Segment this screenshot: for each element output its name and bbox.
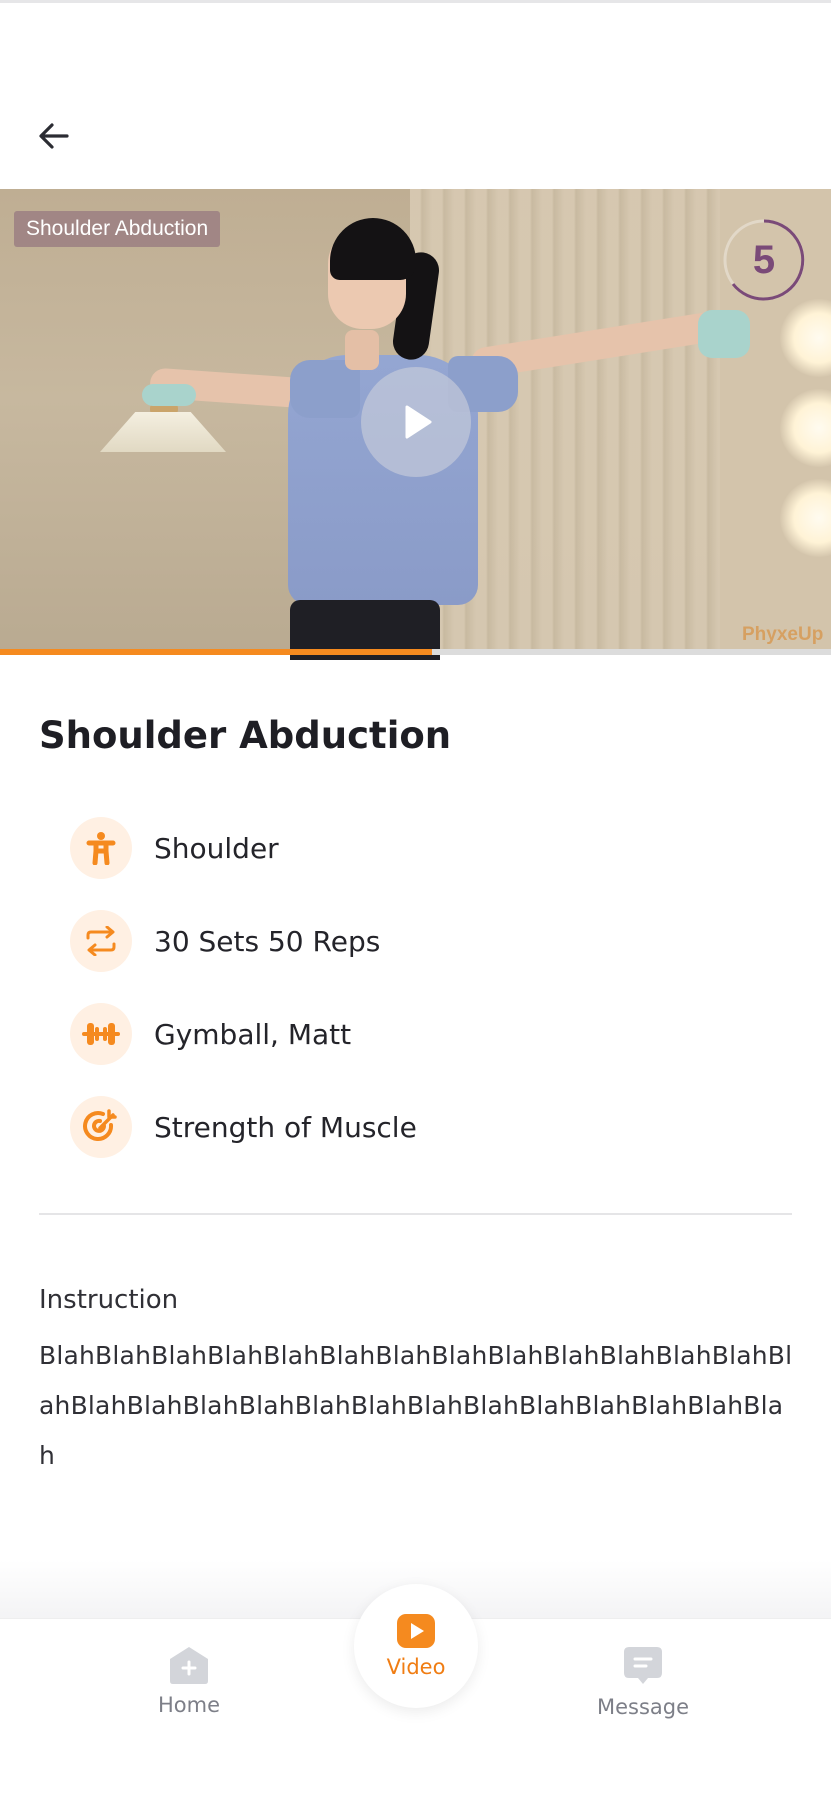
exercise-title: Shoulder Abduction [39, 714, 452, 757]
target-icon [70, 1096, 132, 1158]
repeat-icon [70, 910, 132, 972]
instruction-label: Instruction [39, 1285, 179, 1315]
detail-body-part: Shoulder [70, 816, 770, 880]
nav-video[interactable]: Video [354, 1584, 478, 1708]
video-progress-bar[interactable] [0, 649, 831, 655]
detail-text: Shoulder [154, 831, 279, 865]
video-watermark: PhyxeUp [742, 624, 824, 645]
dumbbell-icon [70, 1003, 132, 1065]
person-neck [345, 330, 379, 370]
message-icon [624, 1647, 662, 1684]
play-icon [405, 405, 432, 439]
nav-message[interactable]: Message [573, 1645, 713, 1725]
detail-text: 30 Sets 50 Reps [154, 924, 381, 958]
video-icon [397, 1614, 435, 1648]
nav-home-label: Home [157, 1693, 220, 1717]
play-button[interactable] [361, 367, 471, 477]
detail-equipment: Gymball, Matt [70, 1002, 770, 1066]
nav-home[interactable]: Home [119, 1645, 259, 1725]
arrow-left-icon [39, 123, 69, 149]
back-button[interactable] [30, 112, 78, 160]
status-divider [0, 0, 831, 3]
instruction-text: BlahBlahBlahBlahBlahBlahBlahBlahBlahBlah… [39, 1341, 793, 1470]
nav-video-label: Video [386, 1655, 446, 1679]
dumbbell [698, 310, 750, 358]
detail-text: Gymball, Matt [154, 1017, 352, 1051]
detail-goal: Strength of Muscle [70, 1095, 770, 1159]
rep-counter: 5 [752, 237, 776, 282]
dumbbell [142, 384, 196, 406]
home-icon [170, 1647, 208, 1684]
video-overlay-title: Shoulder Abduction [14, 211, 221, 247]
section-divider [39, 1213, 792, 1215]
video-progress-fill [0, 649, 433, 655]
person-icon [70, 817, 132, 879]
nav-message-label: Message [596, 1695, 690, 1719]
detail-text: Strength of Muscle [154, 1110, 417, 1144]
detail-sets-reps: 30 Sets 50 Reps [70, 909, 770, 973]
